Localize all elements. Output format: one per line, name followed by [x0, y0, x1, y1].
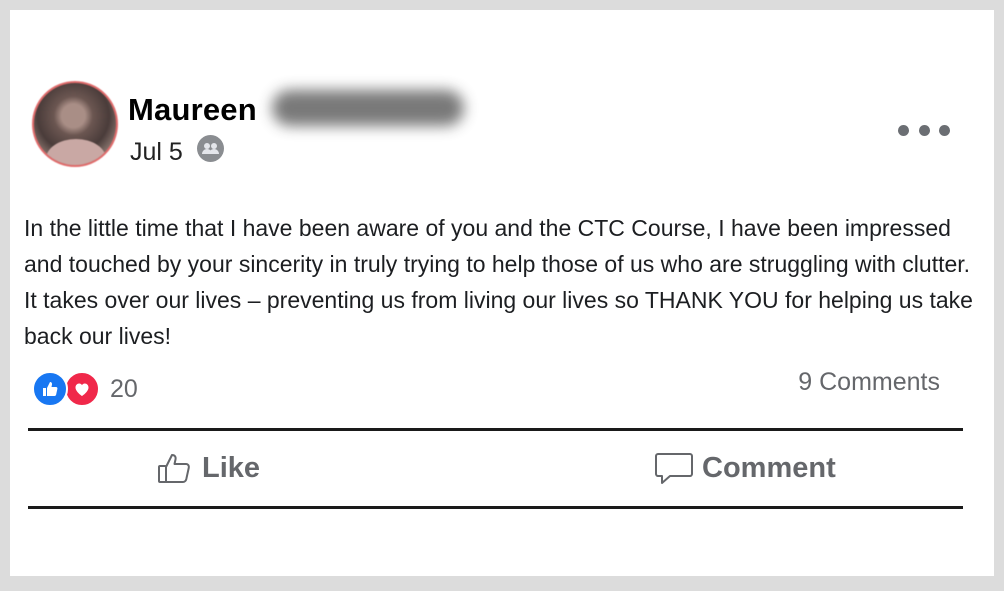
like-button-label: Like: [202, 451, 261, 484]
comment-button-label: Comment: [702, 451, 836, 484]
friends-icon: [197, 135, 224, 162]
actions-bottom-divider: [28, 506, 963, 509]
author-avatar[interactable]: [32, 81, 118, 167]
post-body: In the little time that I have been awar…: [24, 215, 973, 349]
author-name[interactable]: Maureen: [128, 92, 257, 128]
speech-bubble-icon: [655, 453, 693, 484]
reaction-count: 20: [110, 374, 138, 403]
avatar-figure: [46, 139, 106, 165]
post-date[interactable]: Jul 5: [130, 138, 183, 167]
like-button[interactable]: Like: [156, 446, 260, 490]
thumbs-up-icon: [158, 454, 190, 483]
like-reaction-icon: [32, 371, 68, 407]
reactions-summary[interactable]: 20: [32, 370, 138, 408]
comment-button[interactable]: Comment: [654, 446, 836, 490]
post-card: Maureen Jul 5 In the little time that I …: [10, 10, 994, 576]
redacted-surname: [272, 90, 464, 126]
love-reaction-icon: [64, 371, 100, 407]
actions-top-divider: [28, 428, 963, 431]
comments-count-link[interactable]: 9 Comments: [798, 368, 940, 397]
more-options-icon[interactable]: [898, 120, 950, 140]
